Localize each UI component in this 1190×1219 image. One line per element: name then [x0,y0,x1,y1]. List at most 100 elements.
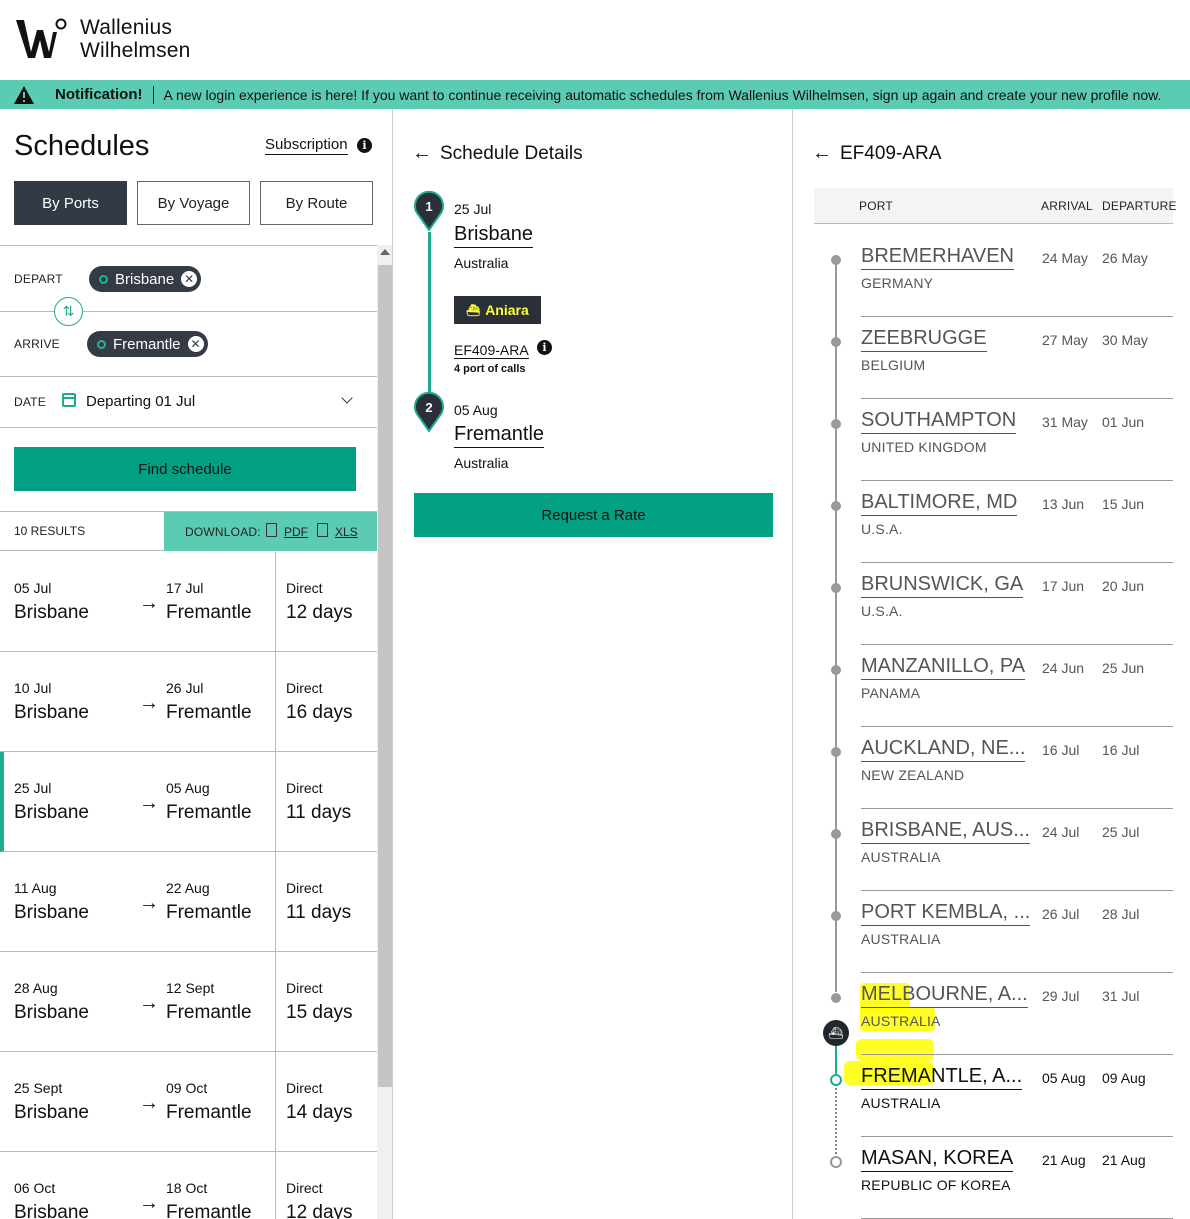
transit-duration: 15 days [286,1002,353,1023]
departure-date: 10 Jul [14,680,52,696]
result-row[interactable]: 25 Sept Brisbane → 09 Oct Fremantle Dire… [0,1052,377,1152]
port-row[interactable]: MANZANILLO, PA PANAMA 24 Jun 25 Jun [814,655,1173,737]
tab-by-route[interactable]: By Route [260,181,373,225]
port-name[interactable]: BRISBANE, AUS... [861,819,1030,844]
subscription-link[interactable]: Subscription [265,136,348,155]
port-name[interactable]: BRUNSWICK, GA [861,573,1024,598]
brand-name[interactable]: Wallenius Wilhelmsen [80,16,191,62]
info-icon[interactable]: i [537,340,552,355]
departure-date: 11 Aug [14,880,57,896]
port-row[interactable]: BRUNSWICK, GA U.S.A. 17 Jun 20 Jun [814,573,1173,655]
results-bar: 10 RESULTS DOWNLOAD: PDF XLS [0,511,377,551]
port-row[interactable]: PORT KEMBLA, ... AUSTRALIA 26 Jul 28 Jul [814,901,1173,983]
divider [275,1052,276,1152]
port-name[interactable]: BREMERHAVEN [861,245,1014,270]
info-icon[interactable]: i [357,138,372,153]
result-row[interactable]: 11 Aug Brisbane → 22 Aug Fremantle Direc… [0,852,377,952]
divider [861,1136,1173,1137]
result-row[interactable]: 05 Jul Brisbane → 17 Jul Fremantle Direc… [0,552,377,652]
port-name[interactable]: ZEEBRUGGE [861,327,987,352]
port-name[interactable]: MELBOURNE, A... [861,983,1028,1008]
port-row[interactable]: BREMERHAVEN GERMANY 24 May 26 May [814,245,1173,327]
port-country: PANAMA [861,685,921,701]
departure-date: 20 Jun [1102,578,1145,594]
find-schedule-button[interactable]: Find schedule [14,447,356,491]
stop-country: Australia [454,255,509,271]
scrollbar[interactable] [377,245,392,1219]
port-name[interactable]: PORT KEMBLA, ... [861,901,1031,926]
departure-date: 09 Aug [1102,1070,1146,1086]
date-select[interactable]: Departing 01 Jul [86,393,195,410]
download-pdf-link[interactable]: PDF [284,525,308,539]
scroll-up-icon[interactable] [380,249,390,255]
port-row[interactable]: BRISBANE, AUS... AUSTRALIA 24 Jul 25 Jul [814,819,1173,901]
tab-by-ports[interactable]: By Ports [14,181,127,225]
chevron-down-icon[interactable] [341,392,353,404]
arrive-chip[interactable]: Fremantle ✕ [87,331,208,357]
port-row[interactable]: MASAN, KOREA REPUBLIC OF KOREA 21 Aug 21… [814,1147,1173,1219]
port-name[interactable]: AUCKLAND, NE... [861,737,1026,762]
request-rate-button[interactable]: Request a Rate [414,493,773,537]
divider [861,1054,1173,1055]
swap-icon[interactable]: ⇅ [54,297,83,326]
result-row[interactable]: 06 Oct Brisbane → 18 Oct Fremantle Direc… [0,1152,377,1219]
divider [861,480,1173,481]
departure-date: 30 May [1102,332,1148,348]
depart-chip[interactable]: Brisbane ✕ [89,266,202,292]
departure-port: Brisbane [14,702,89,723]
port-row[interactable]: AUCKLAND, NE... NEW ZEALAND 16 Jul 16 Ju… [814,737,1173,819]
brand-logo-icon[interactable] [16,18,68,60]
depart-value: Brisbane [115,270,175,288]
port-name[interactable]: BALTIMORE, MD [861,491,1018,516]
departure-port: Brisbane [14,802,89,823]
port-name[interactable]: SOUTHAMPTON [861,409,1017,434]
voyage-link[interactable]: EF409-ARA [454,342,529,359]
departure-date: 25 Jul [14,780,52,796]
stop-number: 1 [425,199,433,214]
vessel-name: Aniara [485,302,529,318]
scrollbar-thumb[interactable] [378,265,392,1087]
stop-port[interactable]: Brisbane [454,223,533,248]
arrival-port: Fremantle [166,1202,252,1219]
timeline-dot [831,337,841,347]
port-row[interactable]: MELBOURNE, A... AUSTRALIA 29 Jul 31 Jul [814,983,1173,1065]
port-name[interactable]: MANZANILLO, PA [861,655,1026,680]
panel-title: Schedule Details [440,143,583,164]
transit-duration: 12 days [286,1202,353,1219]
arrow-right-icon: → [139,792,159,814]
divider [861,972,1173,973]
arrow-left-icon[interactable]: ← [412,142,432,165]
transit-duration: 11 days [286,802,352,823]
port-name[interactable]: MASAN, KOREA [861,1147,1014,1172]
close-icon[interactable]: ✕ [187,336,204,352]
divider [861,808,1173,809]
port-name[interactable]: FREMANTLE, A... [861,1065,1023,1090]
result-row-selected[interactable]: 25 Jul Brisbane → 05 Aug Fremantle Direc… [0,752,377,852]
location-dot-icon [99,274,108,284]
departure-date: 16 Jul [1102,742,1140,758]
port-calls-count: 4 port of calls [454,363,526,375]
result-row[interactable]: 28 Aug Brisbane → 12 Sept Fremantle Dire… [0,952,377,1052]
arrival-date: 17 Jun [1042,578,1085,594]
port-row[interactable]: BALTIMORE, MD U.S.A. 13 Jun 15 Jun [814,491,1173,573]
port-row[interactable]: ZEEBRUGGE BELGIUM 27 May 30 May [814,327,1173,409]
vessel-badge[interactable]: ⛴ Aniara [454,296,541,324]
divider [275,1152,276,1219]
port-country: AUSTRALIA [861,1013,941,1029]
results-count: 10 RESULTS [14,524,86,538]
route-type: Direct [286,1080,323,1096]
stop-port[interactable]: Fremantle [454,423,545,448]
arrow-left-icon[interactable]: ← [812,142,832,165]
close-icon[interactable]: ✕ [181,271,198,287]
port-row[interactable]: SOUTHAMPTON UNITED KINGDOM 31 May 01 Jun [814,409,1173,491]
search-results-scroll[interactable]: DEPART Brisbane ✕ ⇅ ARRIVE Fremantle ✕ D… [0,245,377,1219]
arrow-right-icon: → [139,892,159,914]
port-row-current[interactable]: FREMANTLE, A... AUSTRALIA 05 Aug 09 Aug [814,1065,1173,1147]
transit-duration: 14 days [286,1102,353,1123]
result-row[interactable]: 10 Jul Brisbane → 26 Jul Fremantle Direc… [0,652,377,752]
port-country: AUSTRALIA [861,1095,941,1111]
arrival-port: Fremantle [166,602,252,623]
download-xls-link[interactable]: XLS [335,525,358,539]
tab-by-voyage[interactable]: By Voyage [137,181,250,225]
schedule-details-panel: ← Schedule Details 1 25 Jul Brisbane Aus… [394,109,793,1219]
